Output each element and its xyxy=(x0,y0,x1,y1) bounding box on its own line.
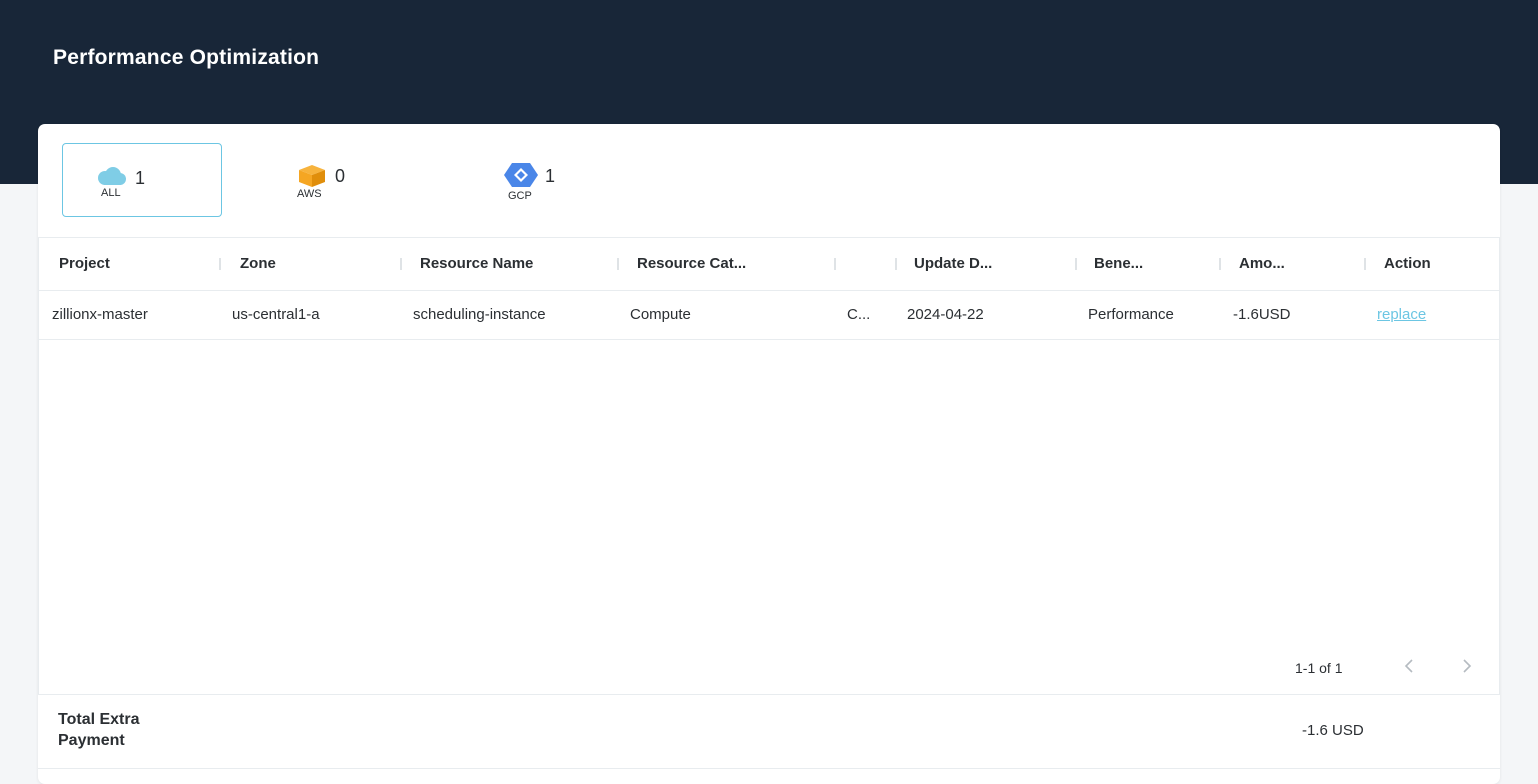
replace-link[interactable]: replace xyxy=(1377,306,1426,323)
column-header-benefit[interactable]: Bene... xyxy=(1094,238,1143,290)
chevron-left-icon xyxy=(1404,658,1414,678)
provider-count: 0 xyxy=(335,166,346,186)
provider-filter-aws[interactable]: 0 AWS xyxy=(282,143,442,217)
pagination-next-button[interactable] xyxy=(1455,656,1479,680)
column-header-resource-name[interactable]: Resource Name xyxy=(420,238,533,290)
column-header-action: Action xyxy=(1384,255,1431,272)
column-header-project[interactable]: Project xyxy=(59,238,110,290)
cell-action: replace xyxy=(1377,291,1426,339)
pagination-prev-button[interactable] xyxy=(1397,656,1421,680)
column-resize-handle[interactable] xyxy=(1364,258,1366,270)
chevron-right-icon xyxy=(1462,658,1472,678)
cell-benefit: Performance xyxy=(1088,306,1174,323)
provider-filter-gcp[interactable]: 1 GCP xyxy=(488,143,648,217)
cell-project: zillionx-master xyxy=(52,306,148,323)
column-resize-handle[interactable] xyxy=(400,258,402,270)
cell-unnamed: C... xyxy=(847,306,871,323)
cell-zone: us-central1-a xyxy=(232,306,320,323)
column-resize-handle[interactable] xyxy=(617,258,619,270)
gcp-hexagon-icon xyxy=(503,162,539,193)
cell-resource-name: scheduling-instance xyxy=(413,306,546,323)
table-row: zillionx-master us-central1-a scheduling… xyxy=(39,291,1499,340)
column-resize-handle[interactable] xyxy=(219,258,221,270)
provider-filter-all[interactable]: 1 ALL xyxy=(62,143,222,217)
cell-amount: -1.6USD xyxy=(1233,306,1291,323)
cell-resource-category: Compute xyxy=(630,306,691,323)
total-value: -1.6 USD xyxy=(1302,722,1364,739)
provider-label: ALL xyxy=(101,187,121,199)
column-header-zone[interactable]: Zone xyxy=(240,238,276,290)
column-header-update-date[interactable]: Update D... xyxy=(914,238,992,290)
provider-count: 1 xyxy=(135,168,146,188)
column-resize-handle[interactable] xyxy=(1219,258,1221,270)
provider-label: GCP xyxy=(508,190,532,202)
column-resize-handle[interactable] xyxy=(895,258,897,270)
page-title: Performance Optimization xyxy=(53,46,320,69)
column-header-resource-category[interactable]: Resource Cat... xyxy=(637,238,746,290)
provider-count: 1 xyxy=(545,166,556,186)
column-resize-handle[interactable] xyxy=(834,258,836,270)
column-header-amount[interactable]: Amo... xyxy=(1239,238,1285,290)
cell-update-date: 2024-04-22 xyxy=(907,306,984,323)
pagination-range: 1-1 of 1 xyxy=(1295,660,1343,676)
table-header: Project Zone Resource Name Resource Cat.… xyxy=(39,238,1499,291)
provider-label: AWS xyxy=(297,188,322,200)
main-card: 1 ALL 0 AWS 1 GCP Project Zone Resource … xyxy=(38,124,1500,784)
resource-table: Project Zone Resource Name Resource Cat.… xyxy=(38,237,1500,695)
total-summary: Total Extra Payment -1.6 USD xyxy=(38,695,1500,769)
column-resize-handle[interactable] xyxy=(1075,258,1077,270)
total-label: Total Extra Payment xyxy=(58,711,140,749)
